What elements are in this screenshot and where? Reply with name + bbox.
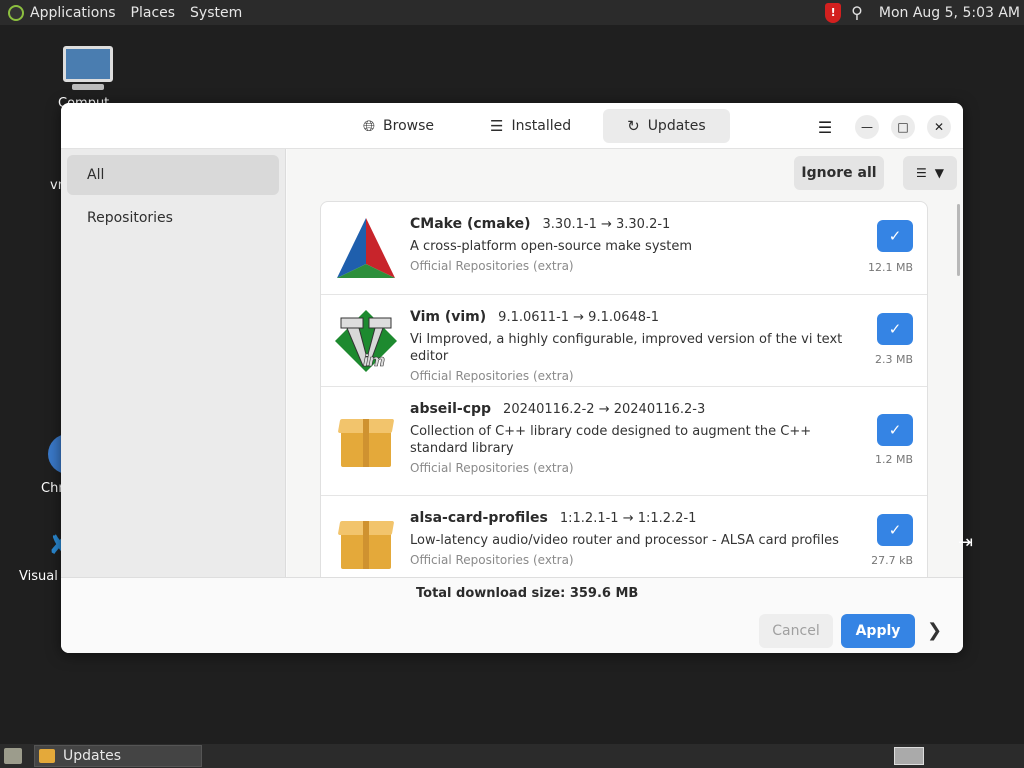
workspace-switcher[interactable] xyxy=(894,747,924,765)
updates-pane: Ignore all ☰ ▼ CMake (cmake) 3.30.1-1 → … xyxy=(287,149,963,577)
package-info: alsa-card-profiles 1:1.2.1-1 → 1:1.2.2-1… xyxy=(410,510,843,567)
package-version: 1:1.2.1-1 → 1:1.2.2-1 xyxy=(559,511,697,526)
show-desktop-icon[interactable] xyxy=(4,748,22,764)
package-source: Official Repositories (extra) xyxy=(410,259,574,273)
menu-places[interactable]: Places xyxy=(131,5,176,21)
list-item[interactable]: CMake (cmake) 3.30.1-1 → 3.30.2-1 A cros… xyxy=(321,202,927,295)
panel-tray: ! ⚲ Mon Aug 5, 5:03 AM xyxy=(825,0,1020,25)
package-description: Vi Improved, a highly configurable, impr… xyxy=(410,332,843,364)
package-source: Official Repositories (extra) xyxy=(410,369,574,383)
chevron-down-icon: ▼ xyxy=(934,166,944,180)
package-source: Official Repositories (extra) xyxy=(410,553,574,567)
package-head: Vim (vim) 9.1.0611-1 → 9.1.0648-1 xyxy=(410,309,843,325)
package-name: abseil-cpp xyxy=(410,401,492,417)
package-size: 12.1 MB xyxy=(867,261,913,274)
list-view-icon: ☰ xyxy=(916,166,927,180)
package-description: Collection of C++ library code designed … xyxy=(410,424,812,456)
package-name: alsa-card-profiles xyxy=(410,510,548,526)
cmake-icon xyxy=(337,218,395,278)
tab-updates[interactable]: ↻ Updates xyxy=(603,109,730,143)
sidebar-item-repositories[interactable]: Repositories xyxy=(67,198,279,238)
top-panel: Applications Places System ! ⚲ Mon Aug 5… xyxy=(0,0,1024,25)
list-item[interactable]: alsa-card-profiles 1:1.2.1-1 → 1:1.2.2-1… xyxy=(321,496,927,577)
main-menu-icon[interactable]: ☰ xyxy=(813,115,837,139)
list-item[interactable]: im Vim (vim) 9.1.0611-1 → 9.1.0648-1 Vi … xyxy=(321,295,927,387)
update-checkbox[interactable]: ✓ xyxy=(877,414,913,446)
list-item[interactable]: abseil-cpp 20240116.2-2 → 20240116.2-3 C… xyxy=(321,387,927,496)
view-switcher: 🌐︎ Browse ☰ Installed ↻ Updates xyxy=(339,109,730,143)
package-head: alsa-card-profiles 1:1.2.1-1 → 1:1.2.2-1 xyxy=(410,510,843,526)
package-version: 9.1.0611-1 → 9.1.0648-1 xyxy=(498,310,660,325)
update-checkbox[interactable]: ✓ xyxy=(877,220,913,252)
check-icon: ✓ xyxy=(888,421,902,439)
package-description: Low-latency audio/video router and proce… xyxy=(410,533,839,548)
minimize-icon[interactable]: — xyxy=(855,115,879,139)
vim-icon: im xyxy=(335,310,397,372)
check-icon: ✓ xyxy=(888,521,902,539)
refresh-icon: ↻ xyxy=(627,117,640,135)
taskbar-label: Updates xyxy=(63,748,121,764)
package-info: Vim (vim) 9.1.0611-1 → 9.1.0648-1 Vi Imp… xyxy=(410,309,843,383)
key-icon[interactable]: ⚲ xyxy=(851,3,863,22)
package-size: 1.2 MB xyxy=(874,453,913,466)
tab-label: Installed xyxy=(511,118,572,134)
software-updates-window: 🌐︎ Browse ☰ Installed ↻ Updates ☰ — □ ✕ … xyxy=(61,103,963,653)
scrollbar[interactable] xyxy=(957,204,960,276)
package-head: CMake (cmake) 3.30.1-1 → 3.30.2-1 xyxy=(410,216,843,232)
maximize-icon[interactable]: □ xyxy=(891,115,915,139)
menu-applications[interactable]: Applications xyxy=(30,5,116,21)
sidebar: All Repositories xyxy=(61,149,286,577)
package-head: abseil-cpp 20240116.2-2 → 20240116.2-3 xyxy=(410,401,843,417)
package-size: 27.7 kB xyxy=(871,554,913,567)
update-checkbox[interactable]: ✓ xyxy=(877,514,913,546)
svg-text:im: im xyxy=(363,351,385,370)
update-checkbox[interactable]: ✓ xyxy=(877,313,913,345)
update-list: CMake (cmake) 3.30.1-1 → 3.30.2-1 A cros… xyxy=(320,201,928,577)
close-icon[interactable]: ✕ xyxy=(927,115,951,139)
list-icon: ☰ xyxy=(490,117,504,135)
package-description: A cross-platform open-source make system xyxy=(410,239,693,254)
package-info: abseil-cpp 20240116.2-2 → 20240116.2-3 C… xyxy=(410,401,843,475)
package-info: CMake (cmake) 3.30.1-1 → 3.30.2-1 A cros… xyxy=(410,216,843,273)
clock[interactable]: Mon Aug 5, 5:03 AM xyxy=(879,5,1020,21)
bottom-taskbar: Updates xyxy=(0,744,1024,768)
security-shield-icon[interactable]: ! xyxy=(825,2,842,23)
package-source: Official Repositories (extra) xyxy=(410,461,574,475)
taskbar-window-updates[interactable]: Updates xyxy=(34,745,202,767)
distro-logo-icon[interactable] xyxy=(8,4,24,21)
tab-label: Browse xyxy=(383,118,434,134)
view-options-button[interactable]: ☰ ▼ xyxy=(903,156,957,190)
headerbar: 🌐︎ Browse ☰ Installed ↻ Updates ☰ — □ ✕ xyxy=(61,103,963,149)
window-controls: ☰ — □ ✕ xyxy=(813,115,951,139)
package-version: 3.30.1-1 → 3.30.2-1 xyxy=(542,217,671,232)
package-size: 2.3 MB xyxy=(874,353,913,366)
sidebar-item-all[interactable]: All xyxy=(67,155,279,195)
footer-bar: Total download size: 359.6 MB Cancel App… xyxy=(61,577,963,653)
package-box-icon xyxy=(333,509,399,575)
chevron-right-icon[interactable]: ❯ xyxy=(927,620,942,641)
package-name: CMake (cmake) xyxy=(410,216,531,232)
check-icon: ✓ xyxy=(888,227,902,245)
apply-button[interactable]: Apply xyxy=(841,614,915,648)
package-name: Vim (vim) xyxy=(410,309,487,325)
package-version: 20240116.2-2 → 20240116.2-3 xyxy=(503,402,706,417)
tab-label: Updates xyxy=(647,118,706,134)
globe-icon: 🌐︎ xyxy=(363,117,376,135)
package-icon xyxy=(39,749,55,763)
total-download-size: Total download size: 359.6 MB xyxy=(416,586,639,601)
tab-installed[interactable]: ☰ Installed xyxy=(466,109,595,143)
resize-cursor-icon: ⇥ xyxy=(958,532,974,553)
computer-icon-base xyxy=(72,84,104,90)
menu-system[interactable]: System xyxy=(190,5,242,21)
ignore-all-button[interactable]: Ignore all xyxy=(794,156,884,190)
computer-icon[interactable] xyxy=(63,46,113,82)
package-box-icon xyxy=(333,407,399,473)
tab-browse[interactable]: 🌐︎ Browse xyxy=(339,109,458,143)
check-icon: ✓ xyxy=(888,320,902,338)
cancel-button[interactable]: Cancel xyxy=(759,614,833,648)
